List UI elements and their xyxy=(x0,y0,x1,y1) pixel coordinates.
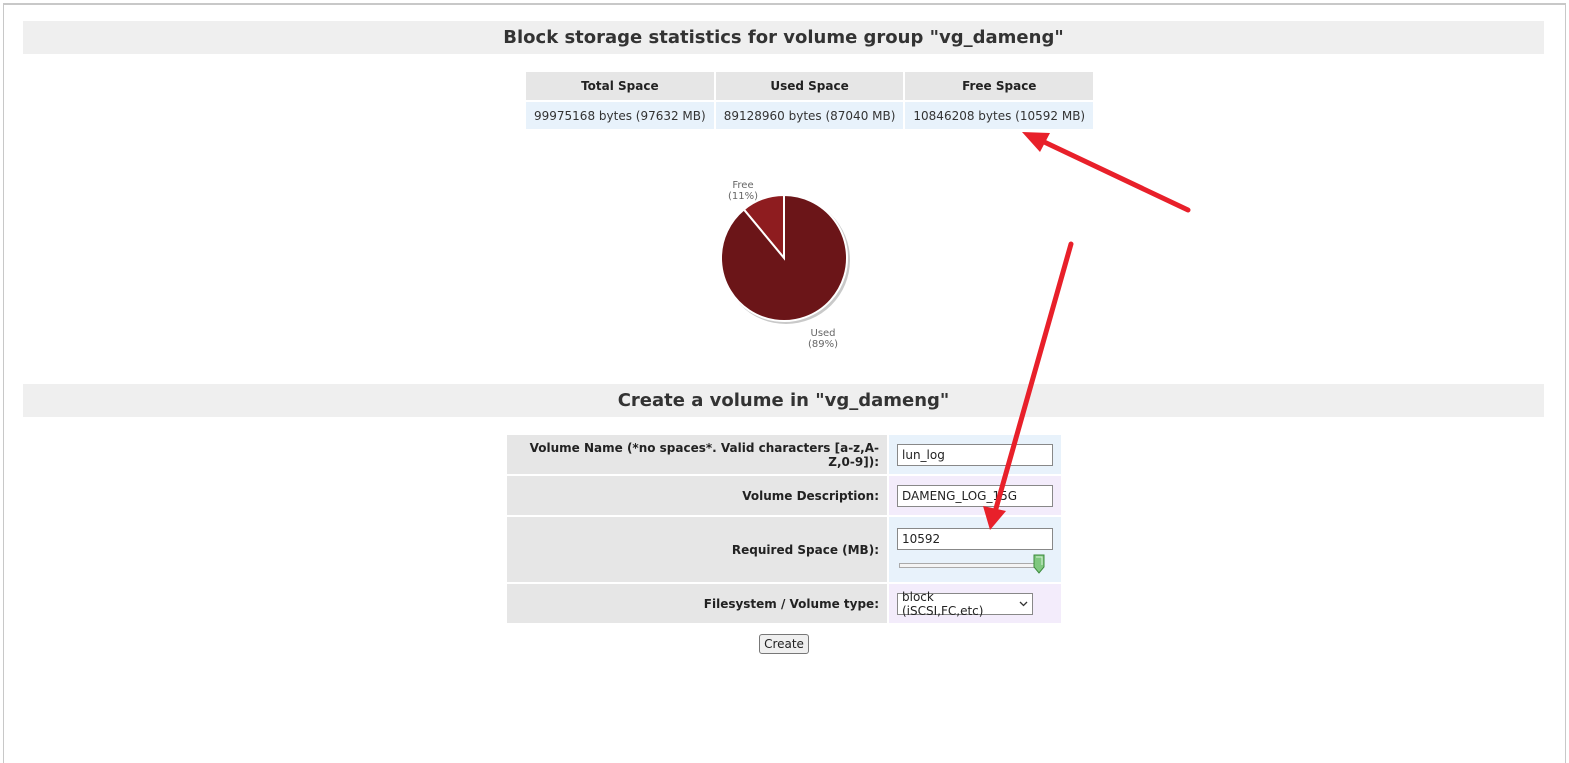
free-space-header: Free Space xyxy=(905,72,1094,100)
volume-description-cell: DAMENG_LOG_15G xyxy=(889,476,1061,515)
create-button[interactable]: Create xyxy=(759,634,809,654)
usage-pie-chart: Free (11%) Used (89%) xyxy=(700,170,870,360)
required-space-slider[interactable] xyxy=(897,554,1045,576)
used-space-header: Used Space xyxy=(715,72,904,100)
pie-slice-used xyxy=(720,193,848,322)
filesystem-type-value: block (iSCSI,FC,etc) xyxy=(902,589,984,618)
stats-table: Total Space Used Space Free Space 999751… xyxy=(524,70,1095,131)
volume-description-input[interactable]: DAMENG_LOG_15G xyxy=(897,484,1053,507)
used-space-value: 89128960 bytes (87040 MB) xyxy=(715,102,904,129)
total-space-header: Total Space xyxy=(526,72,714,100)
required-space-cell: 10592 xyxy=(889,517,1061,582)
required-space-label: Required Space (MB): xyxy=(507,517,887,582)
volume-name-label: Volume Name (*no spaces*. Valid characte… xyxy=(507,435,887,474)
create-volume-form: Volume Name (*no spaces*. Valid characte… xyxy=(505,433,1063,625)
filesystem-type-label: Filesystem / Volume type: xyxy=(507,584,887,623)
pie-used-name: Used xyxy=(810,328,836,339)
pie-free-name: Free xyxy=(732,180,754,191)
pie-svg xyxy=(720,193,850,324)
create-header: Create a volume in "vg_dameng" xyxy=(23,384,1544,417)
pie-free-label: Free (11%) xyxy=(728,180,758,202)
volume-description-label: Volume Description: xyxy=(507,476,887,515)
volume-name-input[interactable]: lun_log xyxy=(897,443,1053,466)
pie-free-percent: (11%) xyxy=(728,191,759,202)
pie-used-percent: (89%) xyxy=(808,339,839,350)
slider-track xyxy=(899,562,1037,568)
stats-title: Block storage statistics for volume grou… xyxy=(503,27,1064,48)
total-space-value: 99975168 bytes (97632 MB) xyxy=(526,102,714,129)
chevron-down-icon xyxy=(1019,601,1028,606)
volume-name-cell: lun_log xyxy=(889,435,1061,474)
stats-header: Block storage statistics for volume grou… xyxy=(23,21,1544,54)
create-title: Create a volume in "vg_dameng" xyxy=(617,390,950,411)
required-space-input[interactable]: 10592 xyxy=(897,527,1053,550)
filesystem-type-select[interactable]: block (iSCSI,FC,etc) xyxy=(897,589,1033,618)
pie-used-label: Used (89%) xyxy=(808,328,838,350)
slider-thumb[interactable] xyxy=(1033,554,1045,574)
filesystem-type-cell: block (iSCSI,FC,etc) xyxy=(889,584,1061,623)
free-space-value: 10846208 bytes (10592 MB) xyxy=(905,102,1094,129)
